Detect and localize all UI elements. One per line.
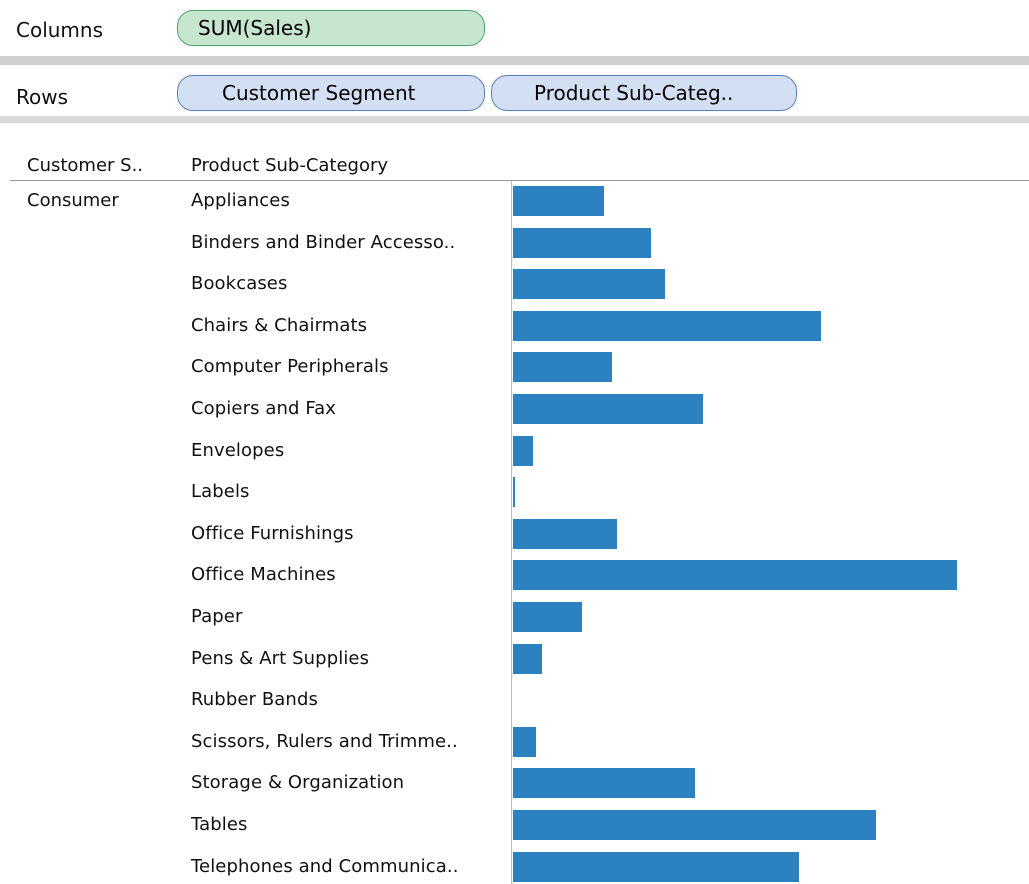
category-label[interactable]: Chairs & Chairmats — [191, 315, 367, 336]
customer-segment-header[interactable]: Customer S.. — [27, 155, 143, 176]
sales-bar[interactable] — [513, 477, 515, 508]
category-label[interactable]: Office Machines — [191, 564, 336, 585]
product-sub-category-pill[interactable]: Product Sub-Categ.. — [491, 75, 797, 111]
category-label[interactable]: Storage & Organization — [191, 772, 404, 793]
sales-bar[interactable] — [513, 560, 957, 591]
category-label[interactable]: Binders and Binder Accesso.. — [191, 232, 455, 253]
category-label[interactable]: Appliances — [191, 190, 290, 211]
sales-bar[interactable] — [513, 435, 533, 466]
rows-shelf: Rows Customer Segment Product Sub-Categ.… — [0, 65, 1029, 118]
product-sub-category-header[interactable]: Product Sub-Category — [191, 155, 388, 176]
category-label[interactable]: Rubber Bands — [191, 689, 318, 710]
category-label[interactable]: Office Furnishings — [191, 523, 354, 544]
columns-shelf: Columns SUM(Sales) — [0, 0, 1029, 58]
category-label[interactable]: Envelopes — [191, 440, 284, 461]
category-label[interactable]: Scissors, Rulers and Trimme.. — [191, 731, 458, 752]
category-label[interactable]: Telephones and Communica.. — [191, 856, 459, 877]
category-label[interactable]: Tables — [191, 814, 248, 835]
category-label[interactable]: Pens & Art Supplies — [191, 648, 369, 669]
category-label[interactable]: Copiers and Fax — [191, 398, 336, 419]
sales-bar[interactable] — [513, 269, 665, 300]
category-label[interactable]: Paper — [191, 606, 242, 627]
category-label[interactable]: Bookcases — [191, 273, 287, 294]
bar-axis-line — [511, 181, 512, 884]
category-label[interactable]: Labels — [191, 481, 250, 502]
sales-bar[interactable] — [513, 602, 582, 632]
sum-sales-pill[interactable]: SUM(Sales) — [177, 10, 485, 46]
segment-label[interactable]: Consumer — [27, 190, 119, 211]
sales-bar[interactable] — [513, 186, 605, 216]
sales-bar[interactable] — [513, 227, 651, 258]
sales-bar[interactable] — [513, 810, 877, 840]
shelf-divider-bottom — [0, 116, 1029, 123]
sales-bar[interactable] — [513, 726, 536, 757]
sales-bar[interactable] — [513, 851, 800, 882]
category-label[interactable]: Computer Peripherals — [191, 356, 389, 377]
header-divider — [10, 180, 1029, 181]
sales-bar[interactable] — [513, 768, 696, 799]
rows-shelf-label: Rows — [16, 85, 69, 109]
columns-shelf-label: Columns — [16, 18, 104, 42]
sales-bar[interactable] — [513, 643, 542, 674]
sales-bar[interactable] — [513, 310, 821, 341]
sales-bar[interactable] — [513, 394, 704, 424]
shelf-divider — [0, 56, 1029, 65]
sales-bar[interactable] — [513, 352, 613, 383]
customer-segment-pill[interactable]: Customer Segment — [177, 75, 485, 111]
sales-bar[interactable] — [513, 518, 617, 549]
